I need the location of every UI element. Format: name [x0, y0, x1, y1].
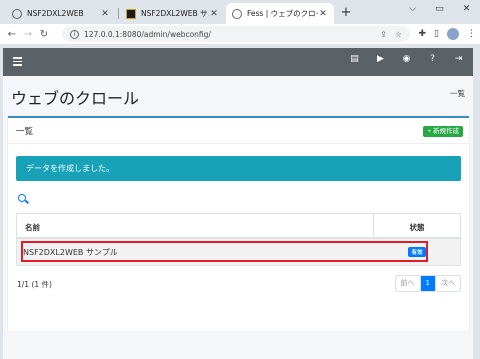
- card-header: 一覧 + 新規作成: [8, 118, 469, 144]
- tab-nsf2dxl2web-sample[interactable]: NSF2DXL2WEB サンプル ✕: [120, 3, 225, 24]
- share-icon[interactable]: ⇪: [380, 30, 387, 39]
- address-bar: ← → ↻ i 127.0.0.1:8080/admin/webconfig/ …: [0, 24, 480, 44]
- side-panel-icon[interactable]: ▯: [434, 29, 439, 39]
- tab-title: NSF2DXL2WEB サンプル: [141, 9, 209, 18]
- result-count: 1/1 (1 件): [17, 280, 52, 289]
- tab-nsf2dxl2web[interactable]: NSF2DXL2WEB ✕: [6, 3, 116, 24]
- tab-divider: [118, 8, 119, 19]
- info-icon[interactable]: i: [70, 29, 79, 39]
- app-navbar: ▤ ▶ ◉ ? ⇥: [3, 48, 473, 76]
- chat-icon[interactable]: ◉: [402, 55, 411, 64]
- content-page: ウェブのクロール 一覧 一覧 + 新規作成 データを作成しました。 名前 状態 …: [3, 76, 473, 359]
- url-field[interactable]: i 127.0.0.1:8080/admin/webconfig/ ⇪ ☆: [62, 26, 410, 42]
- globe-icon: [12, 8, 22, 19]
- bookmark-star-icon[interactable]: ☆: [395, 30, 402, 39]
- hamburger-menu-icon[interactable]: [13, 57, 22, 66]
- prev-page-button[interactable]: 前へ: [396, 276, 421, 291]
- create-new-button[interactable]: + 新規作成: [423, 126, 463, 137]
- table-header: 名前 状態: [17, 214, 460, 239]
- column-header-status: 状態: [409, 223, 425, 232]
- extensions-icon[interactable]: ✚: [419, 29, 427, 39]
- tab-strip: NSF2DXL2WEB ✕ NSF2DXL2WEB サンプル ✕ Fess | …: [0, 0, 480, 24]
- minimize-button[interactable]: ⌵: [399, 0, 426, 18]
- profile-avatar[interactable]: [447, 28, 459, 40]
- app-favicon-icon: [126, 8, 136, 19]
- forward-arrow-icon[interactable]: →: [20, 29, 36, 40]
- tab-fess-web-crawl[interactable]: Fess | ウェブのクロール ✕: [226, 3, 334, 24]
- list-card: 一覧 + 新規作成 データを作成しました。 名前 状態 NSF2DXL2WEB …: [8, 116, 469, 331]
- back-arrow-icon[interactable]: ←: [4, 29, 20, 40]
- close-icon[interactable]: ✕: [209, 9, 219, 19]
- globe-icon: [232, 8, 242, 19]
- pagination: 前へ 1 次へ: [394, 275, 461, 292]
- play-icon[interactable]: ▶: [376, 55, 385, 64]
- tab-title: Fess | ウェブのクロール: [247, 9, 318, 18]
- reload-icon[interactable]: ↻: [36, 29, 52, 40]
- breadcrumb[interactable]: 一覧: [450, 88, 465, 99]
- list-icon[interactable]: ▤: [350, 55, 359, 64]
- close-icon[interactable]: ✕: [318, 9, 328, 19]
- page-1-button[interactable]: 1: [420, 276, 436, 291]
- success-alert: データを作成しました。: [16, 156, 461, 181]
- close-icon[interactable]: ✕: [100, 9, 110, 19]
- close-window-button[interactable]: ✕: [453, 0, 480, 18]
- search-icon[interactable]: [18, 194, 26, 202]
- next-page-button[interactable]: 次へ: [436, 276, 460, 291]
- card-title: 一覧: [16, 127, 34, 137]
- url-text: 127.0.0.1:8080/admin/webconfig/: [84, 29, 211, 39]
- logout-icon[interactable]: ⇥: [454, 55, 463, 64]
- restore-button[interactable]: ▭: [426, 0, 453, 18]
- page-title: ウェブのクロール: [11, 89, 140, 108]
- help-icon[interactable]: ?: [428, 55, 437, 64]
- highlight-box: [21, 241, 428, 262]
- column-header-name: 名前: [17, 214, 374, 237]
- menu-kebab-icon[interactable]: ⋮: [467, 29, 476, 39]
- tab-title: NSF2DXL2WEB: [27, 9, 84, 18]
- table-row[interactable]: NSF2DXL2WEB サンプル 有効: [17, 239, 460, 265]
- browser-chrome: NSF2DXL2WEB ✕ NSF2DXL2WEB サンプル ✕ Fess | …: [0, 0, 480, 44]
- new-tab-button[interactable]: +: [338, 5, 354, 21]
- webconfig-table: 名前 状態 NSF2DXL2WEB サンプル 有効: [16, 213, 461, 266]
- window-controls: ⌵ ▭ ✕: [399, 0, 480, 18]
